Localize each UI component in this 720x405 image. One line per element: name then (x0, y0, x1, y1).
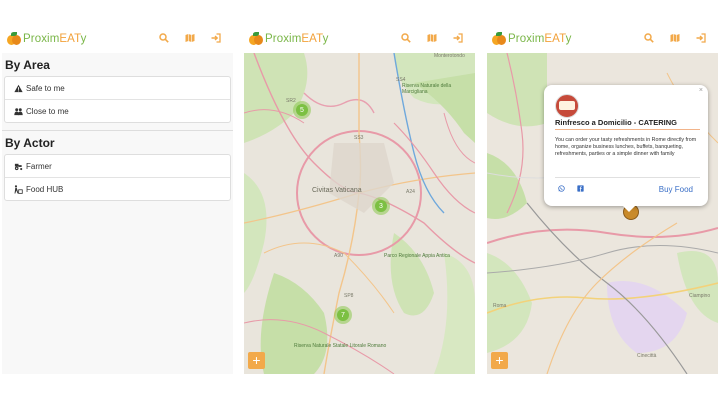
actor-popup: × Rinfresco a Domicilio - CATERING You c… (544, 85, 708, 206)
map-label: Civitas Vaticana (312, 187, 362, 194)
map-label: SP8 (344, 293, 354, 299)
filter-content: By Area Safe to me Close to me By Actor … (2, 53, 233, 374)
by-actor-list: Farmer Food HUB (4, 154, 231, 201)
zoom-in-button[interactable]: + (491, 352, 508, 369)
login-icon[interactable] (211, 33, 221, 43)
avatar (555, 94, 579, 118)
popup-description: You can order your tasty refreshments in… (555, 137, 697, 158)
logo-icon (249, 32, 263, 46)
section-divider (2, 130, 233, 131)
brand-logo[interactable]: ProximEATy (7, 30, 86, 48)
map-label: Riserva Naturale della Marcigliana (402, 83, 452, 95)
map-cluster[interactable]: 5 (293, 101, 311, 119)
map-panel-popup: ProximEATy Roma Ciampino Cinecittà + × R… (487, 0, 718, 374)
filter-close-to-me[interactable]: Close to me (5, 100, 230, 122)
brand-name: ProximEATy (23, 33, 87, 45)
filter-label: Farmer (26, 161, 52, 171)
by-area-heading: By Area (5, 58, 50, 72)
map-cluster[interactable]: 3 (372, 197, 390, 215)
login-icon[interactable] (696, 33, 706, 43)
navbar: ProximEATy (244, 0, 475, 53)
login-icon[interactable] (453, 33, 463, 43)
brand-logo[interactable]: ProximEATy (492, 30, 571, 48)
by-area-list: Safe to me Close to me (4, 76, 231, 123)
brand-logo[interactable]: ProximEATy (249, 30, 328, 48)
filter-food-hub[interactable]: Food HUB (5, 178, 230, 200)
close-icon[interactable]: × (699, 87, 703, 94)
filter-safe-to-me[interactable]: Safe to me (5, 77, 230, 100)
logo-icon (492, 32, 506, 46)
map-label: A24 (406, 189, 415, 195)
map-label: Riserva Naturale Statale Litorale Romano (294, 343, 387, 349)
tractor-icon (14, 163, 23, 170)
search-icon[interactable] (401, 33, 411, 43)
navbar: ProximEATy (487, 0, 718, 53)
popup-divider (555, 177, 700, 178)
logo-icon (7, 32, 21, 46)
buy-food-link[interactable]: Buy Food (659, 185, 693, 194)
person-carry-icon (14, 184, 23, 194)
brand-name: ProximEATy (265, 33, 329, 45)
map-label: Monterotondo (434, 53, 465, 59)
facebook-icon[interactable] (577, 185, 584, 192)
map-label: Parco Regionale Appia Antica (384, 253, 450, 259)
map-label: Cinecittà (637, 353, 657, 359)
filter-label: Close to me (26, 106, 69, 116)
filter-label: Food HUB (26, 184, 64, 194)
popup-pointer (623, 206, 635, 212)
zoom-in-button[interactable]: + (248, 352, 265, 369)
map-icon[interactable] (670, 33, 680, 43)
map-label: Roma (493, 303, 507, 309)
search-icon[interactable] (644, 33, 654, 43)
map-view[interactable]: Monterotondo Riserva Naturale della Marc… (244, 53, 475, 374)
map-icon[interactable] (427, 33, 437, 43)
search-icon[interactable] (159, 33, 169, 43)
map-label: Ciampino (689, 293, 711, 299)
whatsapp-icon[interactable] (558, 185, 565, 192)
people-icon (14, 107, 23, 115)
share-links (558, 185, 584, 192)
map-label: SS4 (396, 77, 406, 83)
map-cluster[interactable]: 7 (334, 306, 352, 324)
map-label: A90 (334, 253, 343, 259)
brand-name: ProximEATy (508, 33, 572, 45)
popup-divider (555, 129, 700, 130)
map-icon[interactable] (185, 33, 195, 43)
map-label: SS3 (354, 135, 364, 141)
popup-title: Rinfresco a Domicilio - CATERING (555, 118, 677, 127)
map-tiles (244, 53, 475, 374)
map-panel-clusters: ProximEATy Monterotondo Riserva Naturale… (244, 0, 475, 374)
navbar: ProximEATy (2, 0, 233, 53)
filter-farmer[interactable]: Farmer (5, 155, 230, 178)
filter-panel: ProximEATy By Area Safe to me Close to m… (2, 0, 233, 374)
filter-label: Safe to me (26, 83, 65, 93)
warning-icon (14, 84, 23, 92)
by-actor-heading: By Actor (5, 136, 55, 150)
